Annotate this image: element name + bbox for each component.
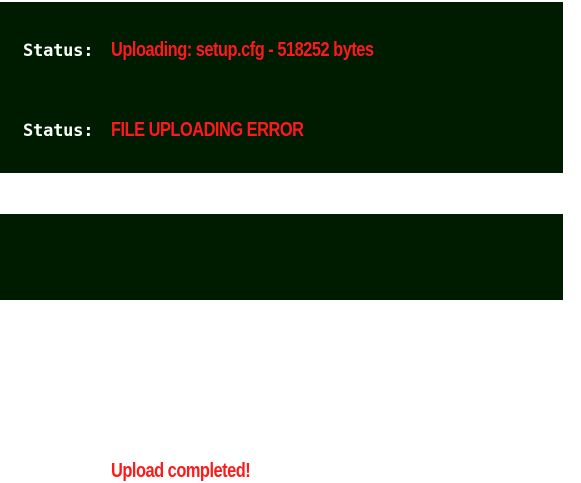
status-label: Status: [23,462,94,482]
upload-status-panel: Status: Uploading: setup.cfg - 518252 by… [0,2,563,173]
upload-progress-message: Uploading: setup.cfg - 518252 bytes [111,39,374,61]
upload-error-message: FILE UPLOADING ERROR [111,119,304,141]
upload-completed-message: Upload completed! [111,460,251,482]
upload-completed-status-row: Status: Upload completed! [23,460,281,483]
status-label: Status: [23,121,94,141]
status-label: Status: [23,41,94,61]
upload-completed-panel: Status: Upload completed! [0,214,563,482]
upload-progress-status-row: Status: Uploading: setup.cfg - 518252 by… [23,39,431,62]
upload-error-status-row: Status: FILE UPLOADING ERROR [23,119,346,142]
